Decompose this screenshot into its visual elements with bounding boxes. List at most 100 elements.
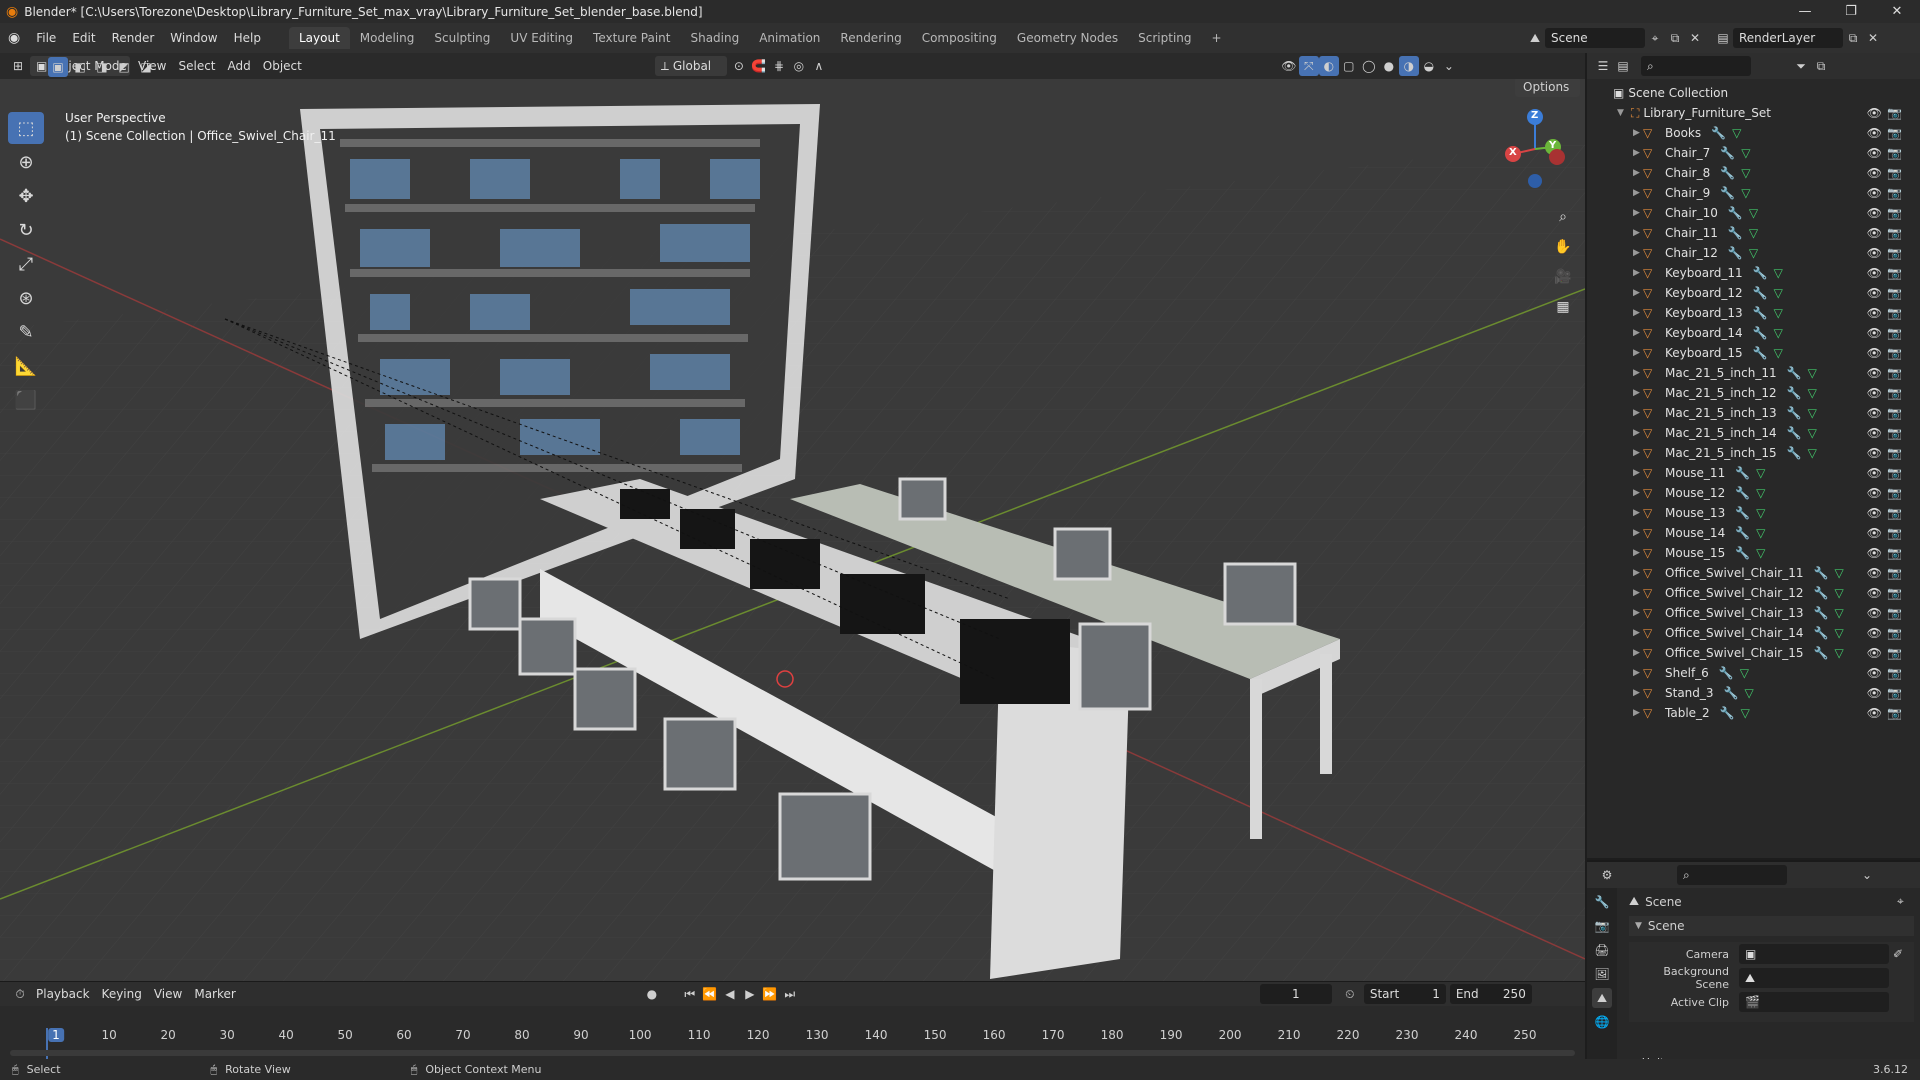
tab-layout[interactable]: Layout (288, 27, 350, 49)
delete-layer-icon[interactable]: ✕ (1863, 28, 1883, 48)
outliner-row[interactable]: ▶ ▽ Keyboard_14 🔧 ▽ 👁 📷 (1587, 323, 1920, 343)
eye-icon[interactable]: 👁 (1867, 666, 1882, 680)
eyedropper-icon[interactable]: ✐ (1893, 947, 1903, 961)
render-camera-icon[interactable]: 📷 (1887, 626, 1902, 640)
navigation-gizmo[interactable]: Z X Y (1495, 109, 1575, 189)
tab-texture-paint[interactable]: Texture Paint (583, 27, 680, 49)
outliner-row[interactable]: ▶ ▽ Stand_3 🔧 ▽ 👁 📷 (1587, 683, 1920, 703)
eye-icon[interactable]: 👁 (1867, 346, 1882, 360)
expand-arrow-icon[interactable]: ▶ (1633, 128, 1643, 138)
pin-icon[interactable]: ⌖ (1645, 28, 1665, 48)
gizmo-toggle-icon[interactable]: ⤧ (1298, 56, 1319, 76)
world-tab-icon[interactable]: 🌐 (1592, 1012, 1612, 1032)
outliner-row[interactable]: ▶ ▽ Office_Swivel_Chair_11 🔧 ▽ 👁 📷 (1587, 563, 1920, 583)
output-tab-icon[interactable]: 🖨 (1592, 940, 1612, 960)
select-invert-icon[interactable]: ◩ (114, 57, 134, 77)
outliner-row[interactable]: ▶ ▽ Office_Swivel_Chair_13 🔧 ▽ 👁 📷 (1587, 603, 1920, 623)
transform-orientation[interactable]: ⟂ Global (654, 56, 727, 76)
outliner-row[interactable]: ▶ ▽ Mouse_14 🔧 ▽ 👁 📷 (1587, 523, 1920, 543)
timeline-scrollbar[interactable] (10, 1050, 1575, 1056)
tab-rendering[interactable]: Rendering (830, 27, 911, 49)
render-camera-icon[interactable]: 📷 (1887, 106, 1902, 120)
cursor-tool-icon[interactable]: ⊕ (8, 146, 44, 178)
render-camera-icon[interactable]: 📷 (1887, 566, 1902, 580)
properties-editor-icon[interactable]: ⚙ (1597, 865, 1617, 885)
render-camera-icon[interactable]: 📷 (1887, 186, 1902, 200)
pan-hand-icon[interactable]: ✋ (1550, 234, 1576, 260)
eye-icon[interactable]: 👁 (1867, 586, 1882, 600)
select-new-icon[interactable]: ▣ (48, 57, 68, 77)
outliner-row[interactable]: ▶ ▽ Mouse_13 🔧 ▽ 👁 📷 (1587, 503, 1920, 523)
move-tool-icon[interactable]: ✥ (8, 180, 44, 212)
outliner-row[interactable]: ▶ ▽ Office_Swivel_Chair_15 🔧 ▽ 👁 📷 (1587, 643, 1920, 663)
render-camera-icon[interactable]: 📷 (1887, 546, 1902, 560)
expand-arrow-icon[interactable]: ▶ (1633, 428, 1643, 438)
eye-icon[interactable]: 👁 (1867, 566, 1882, 580)
camera-field[interactable]: ▣ (1739, 944, 1889, 964)
expand-arrow-icon[interactable]: ▶ (1633, 168, 1643, 178)
close-button[interactable]: ✕ (1874, 0, 1920, 23)
render-camera-icon[interactable]: 📷 (1887, 146, 1902, 160)
render-camera-icon[interactable]: 📷 (1887, 426, 1902, 440)
falloff-icon[interactable]: ∧ (809, 56, 829, 76)
expand-arrow-icon[interactable]: ▶ (1633, 388, 1643, 398)
scene-collection-row[interactable]: ▣ Scene Collection (1587, 83, 1920, 103)
render-camera-icon[interactable]: 📷 (1887, 646, 1902, 660)
eye-icon[interactable]: 👁 (1867, 526, 1882, 540)
object-menu[interactable]: Object (257, 56, 308, 76)
proportional-edit-icon[interactable]: ◎ (789, 56, 809, 76)
render-camera-icon[interactable]: 📷 (1887, 446, 1902, 460)
expand-arrow-icon[interactable]: ▶ (1633, 208, 1643, 218)
annotate-tool-icon[interactable]: ✎ (8, 316, 44, 348)
eye-icon[interactable]: 👁 (1867, 146, 1882, 160)
tab-animation[interactable]: Animation (749, 27, 830, 49)
expand-arrow-icon[interactable]: ▶ (1633, 648, 1643, 658)
eye-icon[interactable]: 👁 (1867, 106, 1882, 120)
outliner-row[interactable]: ▶ ▽ Mac_21_5_inch_13 🔧 ▽ 👁 📷 (1587, 403, 1920, 423)
pivot-icon[interactable]: ⊙ (729, 56, 749, 76)
eye-icon[interactable]: 👁 (1867, 306, 1882, 320)
select-menu[interactable]: Select (172, 56, 221, 76)
render-camera-icon[interactable]: 📷 (1887, 346, 1902, 360)
select-subtract-icon[interactable]: ◨ (92, 57, 112, 77)
visibility-icon[interactable]: 👁 (1279, 56, 1299, 76)
expand-arrow-icon[interactable]: ▶ (1633, 708, 1643, 718)
tab-geometry-nodes[interactable]: Geometry Nodes (1007, 27, 1128, 49)
render-camera-icon[interactable]: 📷 (1887, 246, 1902, 260)
measure-tool-icon[interactable]: 📐 (8, 350, 44, 382)
transform-tool-icon[interactable]: ⊛ (8, 282, 44, 314)
render-camera-icon[interactable]: 📷 (1887, 386, 1902, 400)
expand-arrow-icon[interactable]: ▶ (1633, 488, 1643, 498)
filter-icon[interactable]: ⏷ (1791, 56, 1811, 76)
render-camera-icon[interactable]: 📷 (1887, 206, 1902, 220)
view-layer-tab-icon[interactable]: 🖼 (1592, 964, 1612, 984)
render-camera-icon[interactable]: 📷 (1887, 166, 1902, 180)
outliner-row[interactable]: ▶ ▽ Table_2 🔧 ▽ 👁 📷 (1587, 703, 1920, 723)
outliner-row[interactable]: ▶ ▽ Mac_21_5_inch_11 🔧 ▽ 👁 📷 (1587, 363, 1920, 383)
expand-arrow-icon[interactable]: ▶ (1633, 448, 1643, 458)
render-camera-icon[interactable]: 📷 (1887, 466, 1902, 480)
expand-arrow-icon[interactable]: ▶ (1633, 588, 1643, 598)
3d-viewport[interactable]: User Perspective (1) Scene Collection | … (0, 79, 1585, 981)
eye-icon[interactable]: 👁 (1867, 446, 1882, 460)
expand-arrow-icon[interactable]: ▶ (1633, 348, 1643, 358)
add-workspace-button[interactable]: + (1202, 27, 1232, 49)
render-camera-icon[interactable]: 📷 (1887, 366, 1902, 380)
eye-icon[interactable]: 👁 (1867, 626, 1882, 640)
outliner-row[interactable]: ▶ ▽ Chair_10 🔧 ▽ 👁 📷 (1587, 203, 1920, 223)
display-mode-icon[interactable]: ▤ (1613, 56, 1633, 76)
eye-icon[interactable]: 👁 (1867, 386, 1882, 400)
render-camera-icon[interactable]: 📷 (1887, 126, 1902, 140)
render-camera-icon[interactable]: 📷 (1887, 266, 1902, 280)
add-cube-tool-icon[interactable]: ⬛ (8, 384, 44, 416)
xray-icon[interactable]: ▢ (1339, 56, 1359, 76)
eye-icon[interactable]: 👁 (1867, 406, 1882, 420)
render-camera-icon[interactable]: 📷 (1887, 526, 1902, 540)
outliner-row[interactable]: ▶ ▽ Mouse_15 🔧 ▽ 👁 📷 (1587, 543, 1920, 563)
scene-selector[interactable]: Scene (1545, 28, 1645, 48)
expand-arrow-icon[interactable]: ▶ (1633, 248, 1643, 258)
ortho-grid-icon[interactable]: ▦ (1550, 294, 1576, 320)
eye-icon[interactable]: 👁 (1867, 606, 1882, 620)
outliner-row[interactable]: ▶ ▽ Mac_21_5_inch_15 🔧 ▽ 👁 📷 (1587, 443, 1920, 463)
rotate-tool-icon[interactable]: ↻ (8, 214, 44, 246)
